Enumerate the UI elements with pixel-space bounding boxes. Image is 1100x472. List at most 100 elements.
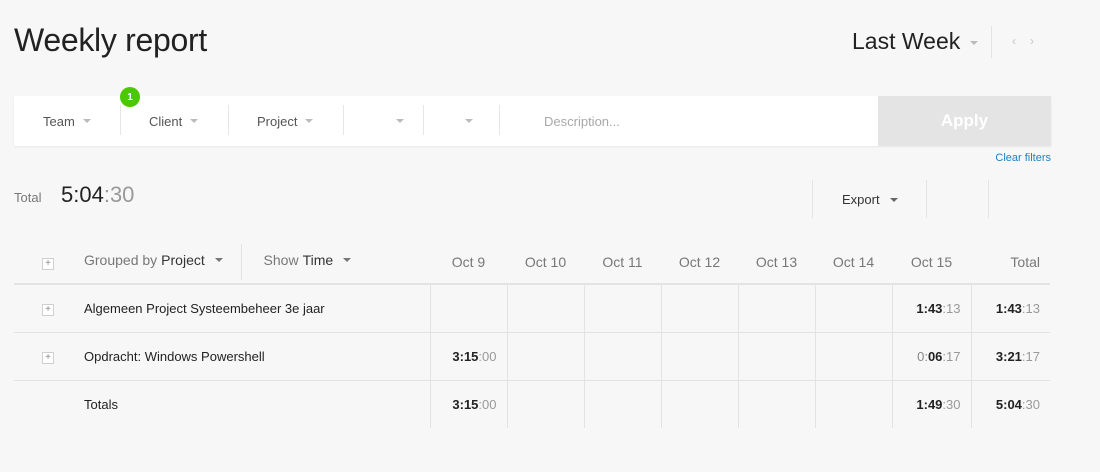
time-hours: 3:21	[995, 348, 1022, 364]
weekly-report-table: + Grouped by Project Show Time Oct 9 Oct…	[14, 240, 1050, 428]
chevron-down-icon	[889, 197, 898, 202]
divider	[423, 105, 424, 135]
next-period-icon[interactable]: ›	[1030, 34, 1034, 48]
export-button[interactable]: Export	[842, 192, 898, 207]
divider	[812, 180, 813, 218]
time-minutes: 06	[927, 348, 943, 364]
cell-oct-15: 0:06:17	[891, 332, 971, 381]
cell-total: 1:43:13	[970, 284, 1050, 333]
grouped-by-prefix: Grouped by	[84, 252, 158, 269]
team-filter[interactable]: Team 1	[43, 87, 140, 146]
cell-oct-12	[660, 284, 738, 333]
client-filter[interactable]: Client	[149, 96, 199, 146]
column-header-oct-11: Oct 11	[584, 240, 661, 285]
project-name[interactable]: Opdracht: Windows Powershell	[84, 332, 430, 381]
total-duration-seconds: :30	[103, 182, 135, 207]
cell-oct-9	[429, 284, 507, 333]
time-hours: 3:15	[452, 396, 479, 412]
time-hours: 3:15	[452, 348, 479, 364]
team-filter-label: Team	[43, 113, 75, 129]
chevron-down-icon	[970, 40, 979, 45]
clear-filters-link[interactable]: Clear filters	[995, 152, 1051, 164]
cell-oct-14	[814, 284, 892, 333]
total-label: Total	[14, 190, 42, 205]
period-selector[interactable]: Last Week	[852, 28, 979, 55]
empty-cell	[14, 380, 84, 428]
time-seconds: :17	[1021, 348, 1040, 364]
project-filter[interactable]: Project	[257, 96, 314, 146]
cell-oct-15: 1:49:30	[891, 380, 971, 428]
grouped-by-dropdown[interactable]: Grouped by Project	[84, 252, 223, 268]
export-label: Export	[842, 192, 880, 207]
chevron-down-icon	[343, 258, 352, 263]
cell-oct-12	[660, 332, 738, 381]
chevron-down-icon	[214, 258, 223, 263]
apply-button[interactable]: Apply	[878, 96, 1051, 146]
cell-oct-10	[506, 380, 584, 428]
expand-cell: +	[14, 284, 84, 333]
time-hours: 1:43	[916, 300, 943, 316]
period-navigation: ‹ ›	[1012, 34, 1034, 48]
total-duration-hours: 5:04	[61, 182, 104, 207]
cell-total: 5:04:30	[970, 380, 1050, 428]
time-seconds: :00	[478, 396, 497, 412]
expand-all-icon[interactable]: +	[42, 258, 54, 270]
table-row: + Opdracht: Windows Powershell 3:15:00 0…	[14, 332, 1050, 381]
column-header-oct-14: Oct 14	[815, 240, 892, 285]
divider	[499, 105, 500, 135]
expand-row-icon[interactable]: +	[42, 304, 54, 317]
divider	[343, 105, 344, 135]
cell-oct-11	[583, 380, 661, 428]
project-name[interactable]: Algemeen Project Systeembeheer 3e jaar	[84, 284, 430, 333]
cell-oct-9: 3:15:00	[429, 332, 507, 381]
divider	[991, 26, 992, 58]
divider	[240, 243, 242, 280]
time-hours: 1:49	[916, 396, 943, 412]
time-seconds: :30	[1021, 396, 1040, 412]
show-time-dropdown[interactable]: Show Time	[264, 252, 352, 268]
column-header-oct-12: Oct 12	[661, 240, 738, 285]
totals-row: Totals 3:15:00 1:49:30 5:04:30	[14, 380, 1050, 428]
cell-oct-9: 3:15:00	[429, 380, 507, 428]
previous-period-icon[interactable]: ‹	[1012, 34, 1016, 48]
table-controls-header: Grouped by Project Show Time	[84, 240, 430, 285]
show-prefix: Show	[263, 252, 299, 269]
table-header-row: + Grouped by Project Show Time Oct 9 Oct…	[14, 240, 1050, 285]
cell-oct-10	[506, 332, 584, 381]
cell-oct-13	[737, 332, 815, 381]
cell-oct-13	[737, 380, 815, 428]
cell-oct-13	[737, 284, 815, 333]
divider	[228, 105, 229, 135]
show-value: Time	[302, 252, 334, 269]
project-filter-label: Project	[257, 113, 298, 129]
chevron-down-icon	[396, 119, 404, 123]
expand-cell: +	[14, 332, 84, 381]
cell-oct-14	[814, 332, 892, 381]
column-header-oct-9: Oct 9	[430, 240, 507, 285]
expand-row-icon[interactable]: +	[42, 352, 54, 364]
time-hours: 1:43	[995, 300, 1022, 316]
chevron-down-icon	[305, 119, 314, 123]
column-header-oct-10: Oct 10	[507, 240, 584, 285]
column-header-oct-15: Oct 15	[892, 240, 971, 285]
period-label: Last Week	[852, 28, 961, 54]
time-hours: 5:04	[995, 396, 1022, 412]
chevron-down-icon	[82, 119, 91, 123]
cell-oct-10	[506, 284, 584, 333]
tag-filter[interactable]	[457, 96, 473, 146]
time-seconds: :17	[942, 348, 961, 364]
cell-oct-15: 1:43:13	[891, 284, 971, 333]
description-input[interactable]	[514, 96, 878, 146]
time-seconds: :30	[942, 396, 961, 412]
divider	[988, 180, 989, 218]
grouped-by-value: Project	[161, 252, 205, 269]
column-header-oct-13: Oct 13	[738, 240, 815, 285]
time-seconds: :13	[942, 300, 961, 316]
cell-oct-12	[660, 380, 738, 428]
task-filter[interactable]	[388, 96, 404, 146]
cell-oct-11	[583, 284, 661, 333]
cell-oct-14	[814, 380, 892, 428]
total-duration: 5:04:30	[61, 182, 134, 208]
cell-oct-11	[583, 332, 661, 381]
team-filter-count-badge: 1	[120, 87, 140, 107]
